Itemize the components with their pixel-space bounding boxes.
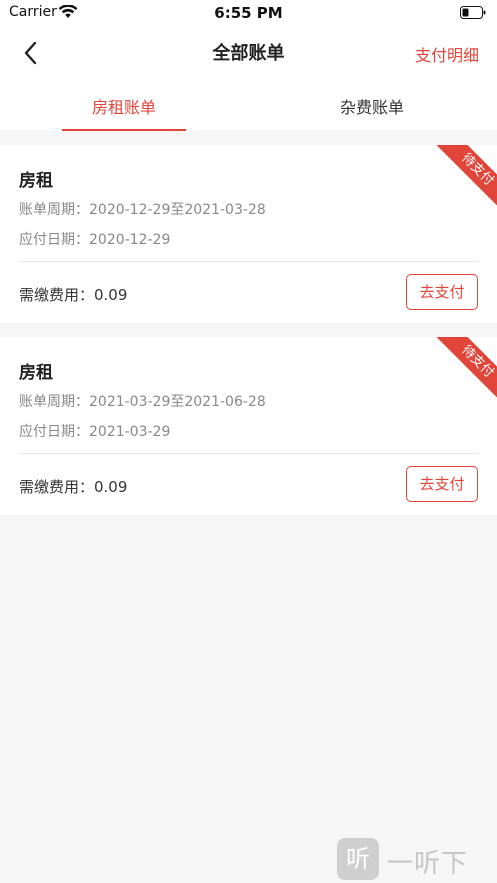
status-ribbon: 待支付: [433, 145, 497, 214]
payment-details-link[interactable]: 支付明细: [415, 42, 479, 66]
divider: [19, 261, 478, 262]
status-ribbon: 待支付: [433, 337, 497, 406]
pay-button[interactable]: 去支付: [406, 274, 478, 310]
status-bar: Carrier 6:55 PM: [0, 0, 497, 26]
bill-period: 账单周期：2020-12-29至2021-03-28: [19, 202, 266, 218]
bill-due-date: 应付日期：2021-03-29: [19, 424, 171, 440]
pay-button[interactable]: 去支付: [406, 466, 478, 502]
tab-misc-bills[interactable]: 杂费账单: [248, 94, 496, 118]
app-screen: Carrier 6:55 PM 全部账单 支付明细 房租账单 杂费账单 待支付 …: [0, 0, 497, 883]
bill-period: 账单周期：2021-03-29至2021-06-28: [19, 394, 266, 410]
watermark-text: 一听下载: [387, 849, 469, 879]
bill-type-tabs: 房租账单 杂费账单: [0, 78, 497, 131]
watermark-logo-icon: 听: [337, 838, 379, 880]
bill-title: 房租: [19, 171, 53, 191]
bill-fee: 需缴费用：0.09: [19, 286, 128, 304]
bill-due-date: 应付日期：2020-12-29: [19, 232, 171, 248]
bill-card[interactable]: 待支付 房租 账单周期：2020-12-29至2021-03-28 应付日期：2…: [0, 145, 497, 323]
bill-card[interactable]: 待支付 房租 账单周期：2021-03-29至2021-06-28 应付日期：2…: [0, 337, 497, 515]
status-time: 6:55 PM: [214, 4, 283, 22]
bill-fee: 需缴费用：0.09: [19, 478, 128, 496]
watermark: 听 一听下载: [337, 838, 492, 880]
nav-bar: 全部账单 支付明细: [0, 26, 497, 78]
bill-title: 房租: [19, 363, 53, 383]
active-tab-indicator: [62, 129, 186, 131]
divider: [19, 453, 478, 454]
battery-icon: [460, 6, 486, 19]
tab-rent-bills[interactable]: 房租账单: [0, 94, 248, 118]
